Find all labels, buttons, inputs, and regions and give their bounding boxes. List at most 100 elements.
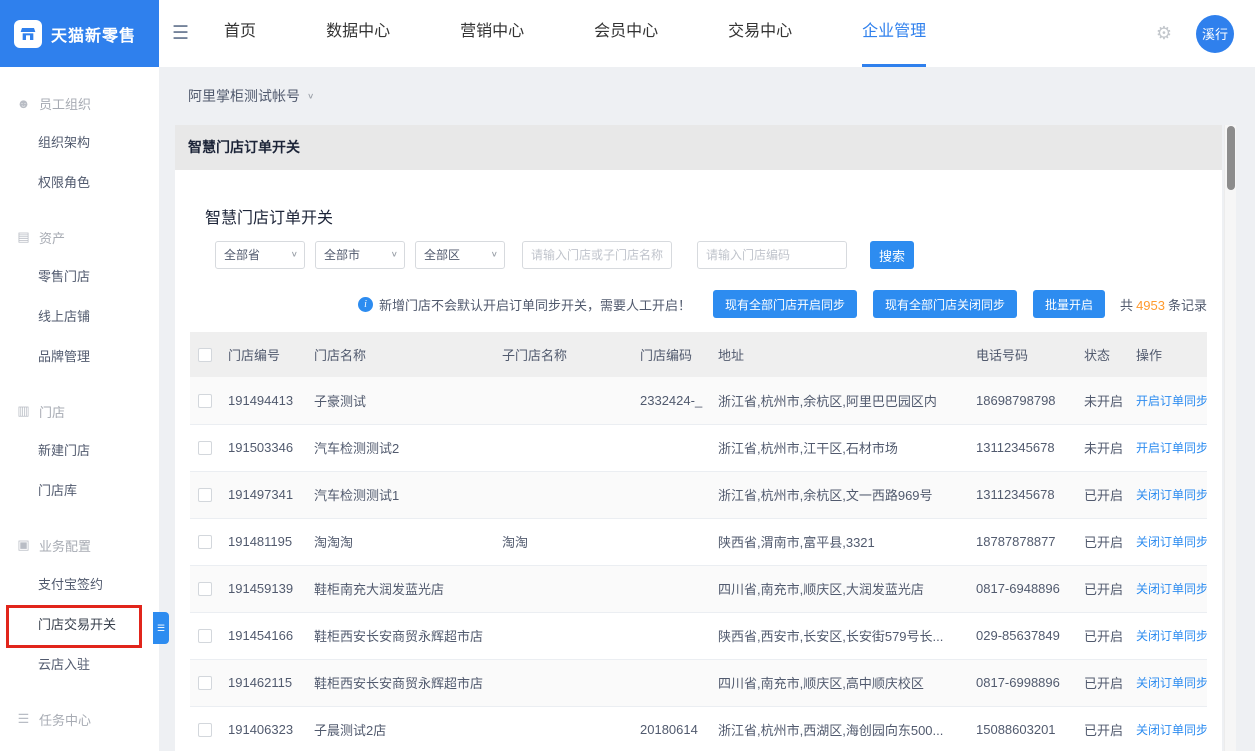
toggle-order-sync-link[interactable]: 关闭订单同步	[1136, 535, 1207, 549]
top-nav-item[interactable]: 会员中心	[594, 0, 658, 67]
phone-cell: 13112345678	[976, 471, 1084, 519]
table-row: 191497341 汽车检测测试1 浙江省,杭州市,余杭区,文一西路969号 1…	[190, 471, 1207, 519]
table-row: 191462115 鞋柜西安长安商贸永辉超市店 四川省,南充市,顺庆区,高中顺庆…	[190, 659, 1207, 707]
status-cell: 已开启	[1084, 471, 1136, 519]
sidebar-entry[interactable]: 品牌管理	[0, 337, 159, 377]
table-row: 191406323 子晨测试2店 20180614 浙江省,杭州市,西湖区,海创…	[190, 706, 1207, 751]
store-code-input[interactable]	[697, 241, 847, 269]
toggle-order-sync-link[interactable]: 开启订单同步	[1136, 394, 1207, 408]
store-code-cell	[640, 659, 718, 707]
city-select[interactable]: 全部市 ∨	[315, 241, 405, 269]
sidebar-entry[interactable]: 新建门店	[0, 431, 159, 471]
members-icon: ☻	[16, 95, 31, 111]
sidebar-entry[interactable]: 权限角色	[0, 163, 159, 203]
row-checkbox[interactable]	[198, 441, 212, 456]
select-all-checkbox[interactable]	[198, 348, 212, 363]
vertical-scrollbar-track[interactable]	[1224, 125, 1236, 751]
toggle-order-sync-link[interactable]: 开启订单同步	[1136, 441, 1207, 455]
row-checkbox[interactable]	[198, 723, 212, 738]
tasks-icon: ☰	[17, 711, 30, 726]
store-code-cell	[640, 424, 718, 472]
district-select[interactable]: 全部区 ∨	[415, 241, 505, 269]
province-select[interactable]: 全部省 ∨	[215, 241, 305, 269]
toggle-order-sync-link[interactable]: 关闭订单同步	[1136, 582, 1207, 596]
toggle-order-sync-link[interactable]: 关闭订单同步	[1136, 488, 1207, 502]
sidebar-entry[interactable]: ▤ 资产	[0, 217, 159, 257]
sub-store-name-cell: 淘淘	[502, 518, 640, 566]
sidebar-entry[interactable]: ▣ 业务配置	[0, 525, 159, 565]
row-checkbox-cell	[190, 659, 228, 707]
row-checkbox[interactable]	[198, 582, 212, 597]
app-logo[interactable]: 天猫新零售	[0, 0, 159, 67]
province-select-value: 全部省	[224, 248, 261, 262]
toggle-order-sync-link[interactable]: 关闭订单同步	[1136, 723, 1207, 737]
top-nav-item[interactable]: 营销中心	[460, 0, 524, 67]
sidebar-entry-label: 权限角色	[38, 175, 91, 190]
store-code-cell	[640, 518, 718, 566]
vertical-scrollbar-thumb[interactable]	[1227, 126, 1235, 190]
menu-collapse-icon[interactable]: ☰	[172, 24, 189, 43]
store-name-input[interactable]	[522, 241, 672, 269]
app-title: 天猫新零售	[51, 27, 137, 45]
status-cell: 已开启	[1084, 518, 1136, 566]
row-checkbox[interactable]	[198, 629, 212, 644]
store-name-cell: 淘淘淘	[314, 518, 502, 566]
search-button[interactable]: 搜索	[870, 241, 914, 269]
settings-gear-icon[interactable]: ⚙	[1156, 23, 1172, 44]
row-checkbox[interactable]	[198, 676, 212, 691]
table-column-header: 门店编号	[228, 332, 314, 377]
row-checkbox[interactable]	[198, 488, 212, 503]
store-name-cell: 鞋柜西安长安商贸永辉超市店	[314, 659, 502, 707]
sidebar-entry[interactable]: 零售门店	[0, 257, 159, 297]
top-nav-item[interactable]: 首页	[224, 0, 256, 67]
account-row: 阿里掌柜测试帐号 ∨	[175, 67, 1222, 125]
status-cell: 已开启	[1084, 612, 1136, 660]
card-title: 智慧门店订单开关	[205, 210, 334, 227]
table-column-header: 子门店名称	[502, 332, 640, 377]
sidebar-entry-label: 门店	[39, 404, 66, 420]
table-column-header: 门店名称	[314, 332, 502, 377]
sidebar-entry[interactable]: 云店入驻	[0, 645, 159, 685]
drawer-toggle-tab[interactable]: ☰	[153, 612, 169, 644]
info-icon: i	[357, 296, 373, 312]
sidebar-entry[interactable]: ☻ 员工组织	[0, 83, 159, 123]
address-cell: 浙江省,杭州市,余杭区,文一西路969号	[718, 471, 976, 519]
open-all-sync-button[interactable]: 现有全部门店开启同步	[713, 290, 858, 318]
store-id-cell: 191503346	[228, 424, 314, 472]
row-checkbox[interactable]	[198, 394, 212, 409]
sidebar-entry-label: 支付宝签约	[38, 577, 104, 592]
account-selector[interactable]: 阿里掌柜测试帐号 ∨	[188, 86, 314, 106]
top-nav-item[interactable]: 企业管理	[862, 0, 927, 67]
sidebar-entry[interactable]: 门店库	[0, 471, 159, 511]
sidebar-entry[interactable]: 支付宝签约	[0, 565, 159, 605]
table-header-row: 门店编号 门店名称 子门店名称 门店编码 地址 电话号码 状态 操作	[190, 332, 1207, 377]
table-head: 门店编号 门店名称 子门店名称 门店编码 地址 电话号码 状态 操作	[190, 332, 1207, 377]
row-checkbox-cell	[190, 706, 228, 751]
business-config-icon: ▣	[17, 537, 30, 552]
sidebar-entry-label: 组织架构	[38, 135, 91, 150]
batch-open-button[interactable]: 批量开启	[1033, 290, 1106, 318]
row-checkbox[interactable]	[198, 535, 212, 550]
assets-icon: ▤	[17, 229, 30, 244]
toggle-order-sync-link[interactable]: 关闭订单同步	[1136, 676, 1207, 690]
action-cell: 关闭订单同步	[1136, 659, 1207, 707]
sidebar-entry[interactable]: ▥ 门店	[0, 391, 159, 431]
store-name-cell: 子晨测试2店	[314, 706, 502, 751]
sidebar-entry[interactable]: 组织架构	[0, 123, 159, 163]
row-checkbox-cell	[190, 424, 228, 472]
stores-table: 门店编号 门店名称 子门店名称 门店编码 地址 电话号码 状态 操作 19149…	[190, 332, 1207, 751]
top-nav-item[interactable]: 数据中心	[326, 0, 390, 67]
toggle-order-sync-link[interactable]: 关闭订单同步	[1136, 629, 1207, 643]
action-cell: 关闭订单同步	[1136, 518, 1207, 566]
close-all-sync-button[interactable]: 现有全部门店关闭同步	[873, 290, 1018, 318]
sidebar-entry[interactable]: ☰ 任务中心	[0, 699, 159, 739]
record-count: 共 4953 条记录	[1120, 295, 1207, 314]
top-nav-item[interactable]: 交易中心	[728, 0, 792, 67]
status-cell: 已开启	[1084, 659, 1136, 707]
address-cell: 四川省,南充市,顺庆区,高中顺庆校区	[718, 659, 976, 707]
sidebar-entry[interactable]: 线上店铺	[0, 297, 159, 337]
user-avatar[interactable]: 溪行	[1196, 14, 1234, 53]
city-select-value: 全部市	[324, 248, 361, 262]
store-code-cell: 2332424-_	[640, 377, 718, 425]
sidebar-entry[interactable]: 门店交易开关	[0, 605, 159, 645]
